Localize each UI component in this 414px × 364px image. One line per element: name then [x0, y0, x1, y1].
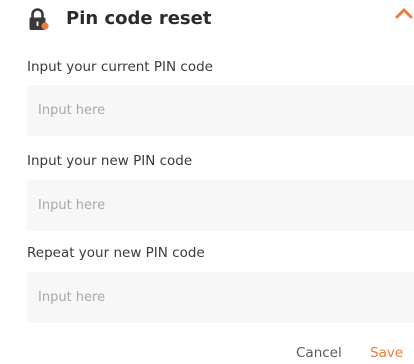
collapse-button[interactable] — [394, 4, 414, 22]
lock-icon — [28, 7, 49, 31]
cancel-button[interactable]: Cancel — [296, 344, 342, 362]
save-button[interactable]: Save — [370, 344, 403, 362]
new-pin-input[interactable] — [27, 180, 414, 231]
current-pin-input[interactable] — [27, 85, 414, 136]
panel-title: Pin code reset — [66, 8, 212, 29]
repeat-pin-input[interactable] — [27, 272, 414, 323]
current-pin-label: Input your current PIN code — [27, 59, 213, 75]
new-pin-label: Input your new PIN code — [27, 153, 193, 169]
panel-header: Pin code reset — [0, 0, 414, 38]
repeat-pin-label: Repeat your new PIN code — [27, 245, 205, 261]
chevron-up-icon — [394, 4, 414, 22]
